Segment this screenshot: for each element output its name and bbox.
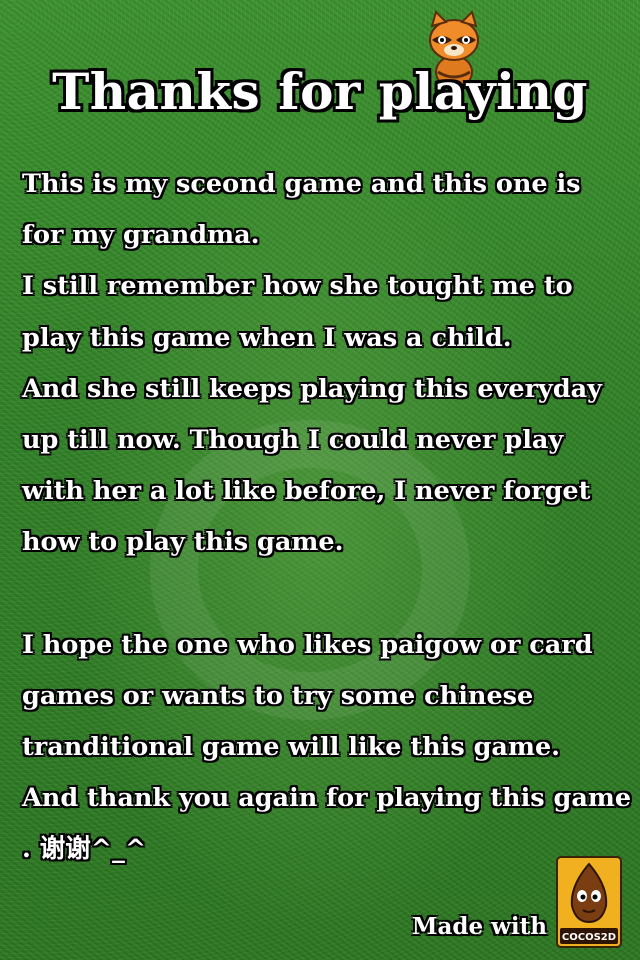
message-line: games or wants to try some chinese <box>22 680 534 711</box>
cocos2d-coconut-icon[interactable]: COCOS2D <box>556 856 622 948</box>
message-line: I hope the one who likes paigow or card <box>22 629 593 660</box>
message-line: how to play this game. <box>22 527 344 558</box>
message-line: This is my sceond game and this one is <box>22 169 581 199</box>
message-line: play this game when I was a child. <box>22 322 512 353</box>
cocos2d-logo-text: COCOS2D <box>562 932 616 943</box>
message-line: I still remember how she tought me to <box>22 271 573 302</box>
message-line: . 谢谢^_^ <box>22 834 147 865</box>
message-line: And she still keeps playing this everyda… <box>22 373 603 404</box>
message-line: for my grandma. <box>22 220 260 251</box>
message-line: tranditional game will like this game. <box>22 732 561 763</box>
message-line <box>22 574 634 625</box>
thanks-message: This is my sceond game and this one is f… <box>22 164 634 881</box>
message-line: with her a lot like before, I never forg… <box>22 476 591 507</box>
page-title: Thanks for playing <box>52 62 588 121</box>
message-line: up till now. Though I could never play <box>22 424 564 455</box>
made-with-label: Made with <box>412 913 547 940</box>
message-line: And thank you again for playing this gam… <box>22 783 632 814</box>
